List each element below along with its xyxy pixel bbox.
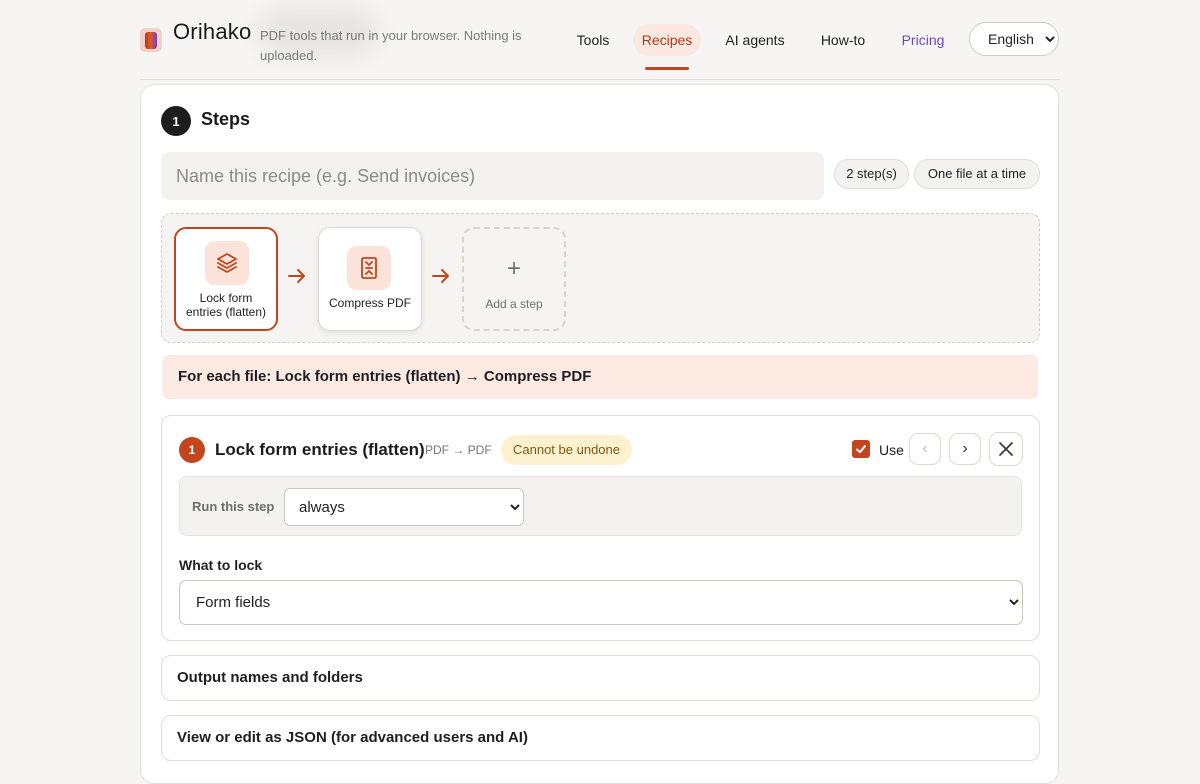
language-select[interactable]: English	[969, 22, 1059, 56]
add-step-button[interactable]: + Add a step	[462, 227, 566, 331]
use-label: Use	[879, 442, 904, 458]
mode-badge[interactable]: One file at a time	[914, 159, 1040, 189]
output-names-section[interactable]: Output names and folders	[161, 655, 1040, 701]
step-number: 1	[179, 437, 205, 463]
use-checkbox[interactable]	[852, 440, 870, 458]
pipeline-step-label: Lock form entries (flatten)	[185, 291, 267, 319]
section-title: Steps	[201, 109, 251, 129]
chevron-right-icon: ›	[962, 440, 968, 457]
checkmark-icon	[856, 445, 866, 454]
brand-name[interactable]: Orihako	[173, 19, 251, 45]
pipeline-step-label: Compress PDF	[328, 296, 411, 310]
run-condition-label: Run this step	[192, 499, 275, 514]
logo-icon[interactable]	[140, 28, 162, 52]
step-title: Lock form entries (flatten)	[215, 440, 425, 459]
arrow-right-icon	[432, 269, 449, 283]
step-count-badge: 2 step(s)	[834, 159, 909, 189]
move-step-up-button[interactable]: ‹	[909, 433, 941, 465]
run-condition-box: Run this step always	[179, 476, 1022, 536]
app-header: Orihako PDF tools that run in your brows…	[140, 0, 1060, 80]
plus-icon: +	[506, 255, 521, 282]
pipeline-step-lock[interactable]: Lock form entries (flatten)	[174, 227, 278, 331]
nav-ai-agents[interactable]: AI agents	[718, 24, 792, 56]
recipe-name-input[interactable]	[161, 152, 824, 200]
arrow-right-icon	[288, 269, 305, 283]
compress-icon	[347, 246, 391, 290]
json-editor-section[interactable]: View or edit as JSON (for advanced users…	[161, 715, 1040, 761]
chevron-left-icon: ‹	[922, 440, 928, 457]
pipeline-step-compress[interactable]: Compress PDF	[318, 227, 422, 331]
step-detail-panel: 1 Lock form entries (flatten) PDF → PDF …	[161, 415, 1040, 641]
irreversible-badge: Cannot be undone	[501, 435, 632, 465]
what-to-lock-select[interactable]: Form fields	[179, 580, 1023, 625]
nav-how-to[interactable]: How-to	[812, 24, 874, 56]
layers-icon	[205, 241, 249, 285]
nav-recipes[interactable]: Recipes	[633, 24, 701, 56]
active-tab-underline	[645, 67, 689, 70]
what-to-lock-label: What to lock	[179, 557, 263, 573]
tagline: PDF tools that run in your browser. Noth…	[260, 28, 522, 63]
nav-tools[interactable]: Tools	[568, 24, 618, 56]
nav-pricing[interactable]: Pricing	[894, 24, 952, 56]
recipe-card: 1 Steps 2 step(s) One file at a time Loc…	[140, 84, 1059, 784]
step-io-types: PDF → PDF	[425, 443, 492, 457]
add-step-label: Add a step	[485, 297, 543, 311]
run-condition-select[interactable]: always	[284, 488, 524, 526]
move-step-down-button[interactable]: ›	[949, 433, 981, 465]
recipe-summary: For each file: Lock form entries (flatte…	[163, 355, 1038, 399]
section-number: 1	[161, 106, 191, 136]
step-pipeline: Lock form entries (flatten) Compress PDF…	[161, 213, 1040, 343]
remove-step-button[interactable]	[989, 432, 1023, 466]
close-icon	[999, 442, 1013, 456]
